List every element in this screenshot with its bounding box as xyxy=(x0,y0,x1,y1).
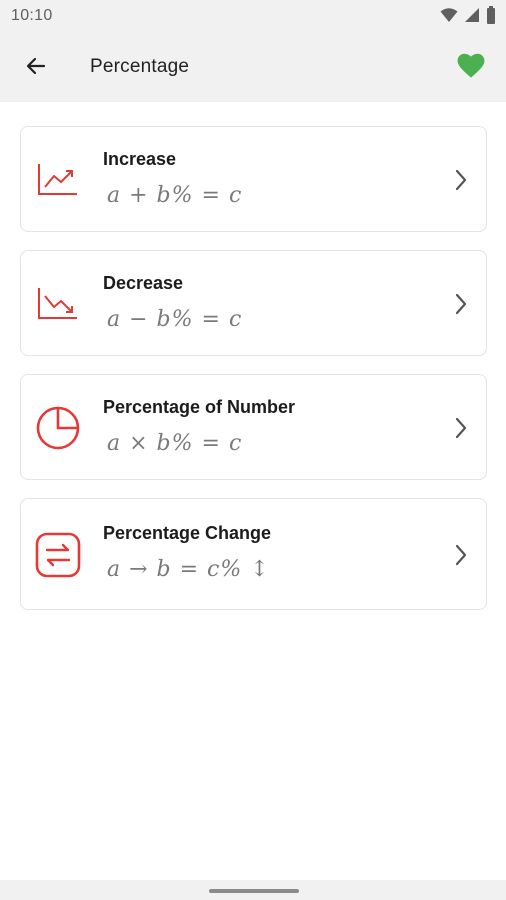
navigation-bar xyxy=(0,880,506,900)
item-formula: a − b% = c xyxy=(107,307,243,332)
page-title: Percentage xyxy=(90,56,190,77)
favorite-button[interactable] xyxy=(456,53,486,83)
chevron-right-icon xyxy=(452,542,470,568)
chevron-right-icon xyxy=(452,167,470,193)
item-label: Decrease xyxy=(103,273,184,293)
item-label: Percentage Change xyxy=(103,523,272,543)
trending-up-icon xyxy=(35,157,81,203)
trending-down-icon xyxy=(35,281,81,327)
back-button[interactable] xyxy=(20,52,52,84)
status-bar: 10:10 xyxy=(0,0,506,34)
battery-icon xyxy=(486,5,496,29)
item-label: Increase xyxy=(103,149,177,169)
wifi-icon xyxy=(440,7,458,28)
pie-chart-icon xyxy=(35,405,81,451)
gesture-handle[interactable] xyxy=(209,889,299,893)
item-label: Percentage of Number xyxy=(103,397,296,417)
chevron-right-icon xyxy=(452,415,470,441)
status-time: 10:10 xyxy=(11,7,53,24)
item-formula: a × b% = c xyxy=(107,431,243,456)
list-item-decrease[interactable]: Decrease a − b% = c xyxy=(20,250,487,356)
list-item-increase[interactable]: Increase a + b% = c xyxy=(20,126,487,232)
heart-icon xyxy=(457,53,485,84)
item-formula: a → b = c% ↕ xyxy=(107,557,270,582)
app-bar: Percentage xyxy=(0,34,506,102)
swap-horizontal-icon xyxy=(35,532,81,578)
system-icons xyxy=(440,5,496,29)
list-item-percentage-of-number[interactable]: Percentage of Number a × b% = c xyxy=(20,374,487,480)
list-item-percentage-change[interactable]: Percentage Change a → b = c% ↕ xyxy=(20,498,487,610)
arrow-left-icon xyxy=(24,54,48,83)
signal-icon xyxy=(464,7,480,28)
item-formula: a + b% = c xyxy=(107,183,243,208)
chevron-right-icon xyxy=(452,291,470,317)
